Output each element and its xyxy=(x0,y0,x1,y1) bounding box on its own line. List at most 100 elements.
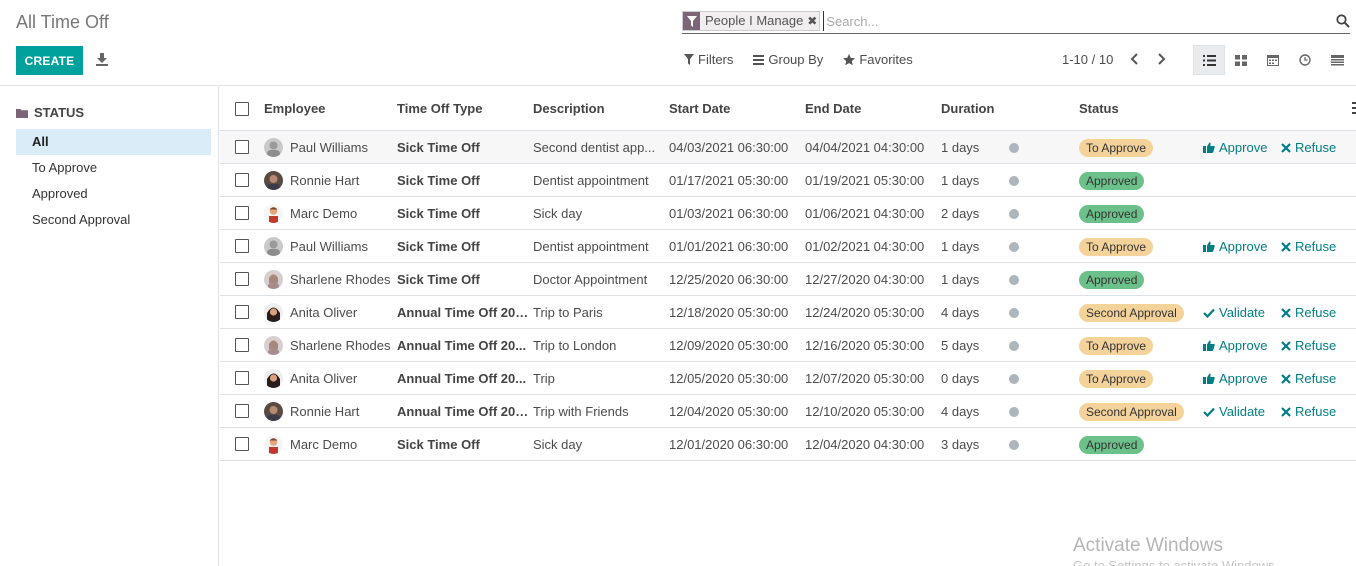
table-row[interactable]: Marc Demo Sick Time Off Sick day 12/01/2020… xyxy=(220,428,1356,461)
time-off-type: Annual Time Off 20... xyxy=(397,371,527,386)
sidebar-item-second-approval[interactable]: Second Approval xyxy=(16,207,211,233)
row-checkbox[interactable] xyxy=(235,437,249,451)
approve-label: Approve xyxy=(1219,140,1268,155)
sidebar-item-approved[interactable]: Approved xyxy=(16,181,211,207)
status-badge: To Approve xyxy=(1079,238,1154,256)
approve-button[interactable]: Approve xyxy=(1203,230,1267,263)
avatar xyxy=(264,237,283,256)
create-button[interactable]: CREATE xyxy=(16,46,83,75)
approve-button[interactable]: Approve xyxy=(1203,362,1267,395)
table-row[interactable]: Ronnie Hart Annual Time Off 2020 Trip with… xyxy=(220,395,1356,428)
approve-button[interactable]: Approve xyxy=(1203,131,1267,164)
avatar xyxy=(264,402,283,421)
employee-name: Sharlene Rhodes xyxy=(290,338,391,353)
header-time-off-type[interactable]: Time Off Type xyxy=(397,101,482,116)
table-row[interactable]: Ronnie Hart Sick Time Off Dentist appointm… xyxy=(220,164,1356,197)
table-row[interactable]: Anita Oliver Annual Time Off 2020 Trip to … xyxy=(220,296,1356,329)
activity-dot[interactable] xyxy=(1009,275,1019,285)
refuse-button[interactable]: Refuse xyxy=(1281,296,1336,329)
activity-dot[interactable] xyxy=(1009,242,1019,252)
activity-dot[interactable] xyxy=(1009,176,1019,186)
select-all-checkbox[interactable] xyxy=(235,102,249,116)
duration: 1 days xyxy=(941,239,980,254)
kanban-view-button[interactable] xyxy=(1225,45,1257,75)
start-date: 01/03/2021 06:30:00 xyxy=(669,206,789,221)
table-row[interactable]: Paul Williams Sick Time Off Second dentist… xyxy=(220,131,1356,164)
duration: 4 days xyxy=(941,404,980,419)
header-employee[interactable]: Employee xyxy=(264,101,325,116)
sidebar-item-to-approve[interactable]: To Approve xyxy=(16,155,211,181)
approve-label: Approve xyxy=(1219,371,1268,386)
table-row[interactable]: Sharlene Rhodes Sick Time Off Doctor Appoi… xyxy=(220,263,1356,296)
search-facet[interactable]: People I Manage ✖ xyxy=(682,11,821,31)
header-status[interactable]: Status xyxy=(1079,101,1119,116)
row-checkbox[interactable] xyxy=(235,404,249,418)
close-icon[interactable]: ✖ xyxy=(807,12,819,30)
search-bar: People I Manage ✖ xyxy=(682,9,1350,34)
search-icon[interactable] xyxy=(1336,14,1350,28)
search-input[interactable] xyxy=(823,11,1336,31)
activity-dot[interactable] xyxy=(1009,209,1019,219)
activity-view-button[interactable] xyxy=(1289,45,1321,75)
header-duration[interactable]: Duration xyxy=(941,101,994,116)
column-options-icon[interactable] xyxy=(1352,102,1356,114)
filters-button[interactable]: Filters xyxy=(684,52,733,67)
chevron-left-icon[interactable] xyxy=(1128,52,1140,66)
list-view-button[interactable] xyxy=(1193,45,1225,75)
validate-button[interactable]: Validate xyxy=(1203,296,1265,329)
row-checkbox[interactable] xyxy=(235,140,249,154)
refuse-button[interactable]: Refuse xyxy=(1281,131,1336,164)
description: Dentist appointment xyxy=(533,239,649,254)
description: Trip to Paris xyxy=(533,305,603,320)
status-badge: To Approve xyxy=(1079,370,1154,388)
row-checkbox[interactable] xyxy=(235,272,249,286)
activity-dot[interactable] xyxy=(1009,407,1019,417)
header-description[interactable]: Description xyxy=(533,101,605,116)
activity-dot[interactable] xyxy=(1009,374,1019,384)
kanban-icon xyxy=(1235,54,1247,66)
employee-name: Ronnie Hart xyxy=(290,404,360,419)
activity-dot[interactable] xyxy=(1009,143,1019,153)
refuse-button[interactable]: Refuse xyxy=(1281,362,1336,395)
pager-value[interactable]: 1-10 / 10 xyxy=(1062,52,1113,67)
end-date: 12/07/2020 05:30:00 xyxy=(805,371,925,386)
activity-dot[interactable] xyxy=(1009,308,1019,318)
time-off-type: Sick Time Off xyxy=(397,206,480,221)
row-checkbox[interactable] xyxy=(235,173,249,187)
table-row[interactable]: Anita Oliver Annual Time Off 20... Trip 12/… xyxy=(220,362,1356,395)
chevron-right-icon[interactable] xyxy=(1156,52,1168,66)
row-checkbox[interactable] xyxy=(235,371,249,385)
sidebar-item-all[interactable]: All xyxy=(16,129,211,155)
table-row[interactable]: Marc Demo Sick Time Off Sick day 01/03/2021… xyxy=(220,197,1356,230)
description: Sick day xyxy=(533,437,583,452)
row-checkbox[interactable] xyxy=(235,206,249,220)
row-checkbox[interactable] xyxy=(235,305,249,319)
employee-name: Anita Oliver xyxy=(290,371,358,386)
header-end-date[interactable]: End Date xyxy=(805,101,861,116)
description: Trip with Friends xyxy=(533,404,629,419)
refuse-label: Refuse xyxy=(1295,371,1337,386)
activity-dot[interactable] xyxy=(1009,341,1019,351)
time-off-type: Sick Time Off xyxy=(397,437,480,452)
approve-button[interactable]: Approve xyxy=(1203,329,1267,362)
refuse-button[interactable]: Refuse xyxy=(1281,395,1336,428)
search-panel: STATUS All To Approve Approved Second Ap… xyxy=(0,87,219,566)
header-start-date[interactable]: Start Date xyxy=(669,101,730,116)
table-body: Paul Williams Sick Time Off Second dentist… xyxy=(220,131,1356,461)
favorites-button[interactable]: Favorites xyxy=(843,52,913,67)
group-by-button[interactable]: Group By xyxy=(753,52,823,67)
time-off-type: Sick Time Off xyxy=(397,173,480,188)
download-icon[interactable] xyxy=(95,52,109,66)
validate-button[interactable]: Validate xyxy=(1203,395,1265,428)
table-row[interactable]: Sharlene Rhodes Annual Time Off 20... Trip… xyxy=(220,329,1356,362)
refuse-button[interactable]: Refuse xyxy=(1281,230,1336,263)
activity-dot[interactable] xyxy=(1009,440,1019,450)
calendar-view-button[interactable] xyxy=(1257,45,1289,75)
row-checkbox[interactable] xyxy=(235,239,249,253)
refuse-button[interactable]: Refuse xyxy=(1281,329,1336,362)
status-badge: Second Approval xyxy=(1079,304,1184,322)
row-checkbox[interactable] xyxy=(235,338,249,352)
pivot-view-button[interactable] xyxy=(1321,45,1353,75)
close-icon xyxy=(1281,241,1291,252)
table-row[interactable]: Paul Williams Sick Time Off Dentist appoin… xyxy=(220,230,1356,263)
